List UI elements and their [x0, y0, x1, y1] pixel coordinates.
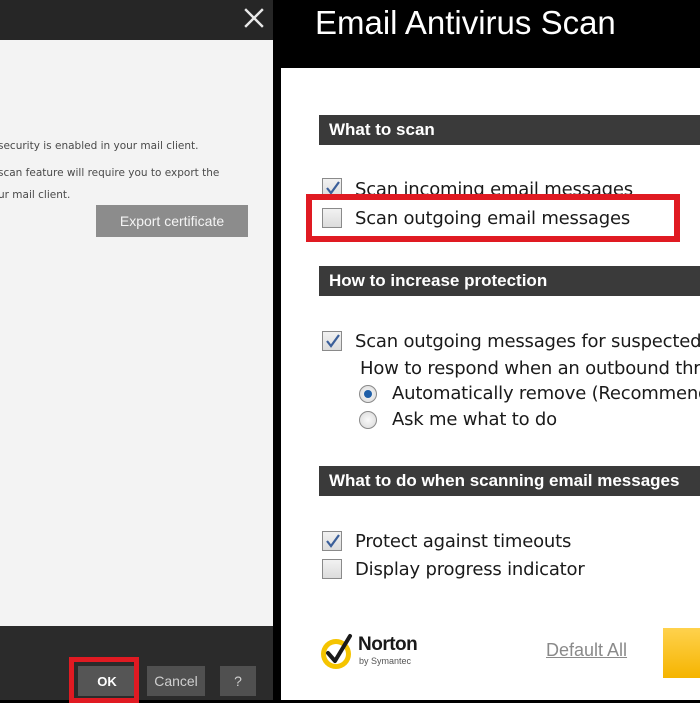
auto-remove-label: Automatically remove (Recommende	[392, 383, 700, 404]
certificate-dialog: security is enabled in your mail client.…	[0, 0, 273, 700]
section-header-what-to-do: What to do when scanning email messages	[319, 466, 700, 496]
checkmark-icon	[326, 534, 340, 548]
checkmark-icon	[326, 334, 340, 348]
close-button[interactable]	[238, 2, 270, 34]
dialog-titlebar	[0, 0, 273, 40]
scan-suspected-label: Scan outgoing messages for suspected	[355, 331, 700, 352]
display-progress-label: Display progress indicator	[355, 559, 585, 580]
help-button[interactable]: ?	[220, 666, 256, 696]
cancel-button[interactable]: Cancel	[147, 666, 205, 696]
norton-brand: Norton	[358, 634, 418, 655]
protect-timeouts-label: Protect against timeouts	[355, 531, 572, 552]
radio-selected-dot	[364, 390, 372, 398]
ask-me-radio[interactable]	[359, 411, 377, 429]
export-certificate-button[interactable]: Export certificate	[96, 205, 248, 237]
display-progress-checkbox[interactable]	[322, 559, 342, 579]
norton-logo: Norton by Symantec	[318, 630, 428, 674]
ok-button-highlight	[69, 657, 139, 703]
window-title: Email Antivirus Scan	[315, 4, 616, 41]
norton-check-icon	[321, 634, 352, 669]
auto-remove-radio[interactable]	[359, 385, 377, 403]
apply-button[interactable]	[663, 628, 700, 678]
respond-question-label: How to respond when an outbound threa	[360, 358, 700, 379]
dialog-content: security is enabled in your mail client.…	[0, 40, 273, 626]
info-text-line: scan feature will require you to export …	[0, 167, 220, 179]
norton-brand-sub: by Symantec	[359, 656, 412, 666]
scan-suspected-checkbox[interactable]	[322, 331, 342, 351]
default-all-link[interactable]: Default All	[546, 640, 627, 661]
scan-outgoing-highlight	[306, 194, 680, 242]
info-text-line: security is enabled in your mail client.	[0, 140, 199, 152]
section-header-what-to-scan: What to scan	[319, 115, 700, 145]
ask-me-label: Ask me what to do	[392, 409, 557, 430]
close-icon	[244, 8, 264, 28]
protect-timeouts-checkbox[interactable]	[322, 531, 342, 551]
info-text-line: ur mail client.	[0, 189, 71, 201]
section-header-increase-protection: How to increase protection	[319, 266, 700, 296]
